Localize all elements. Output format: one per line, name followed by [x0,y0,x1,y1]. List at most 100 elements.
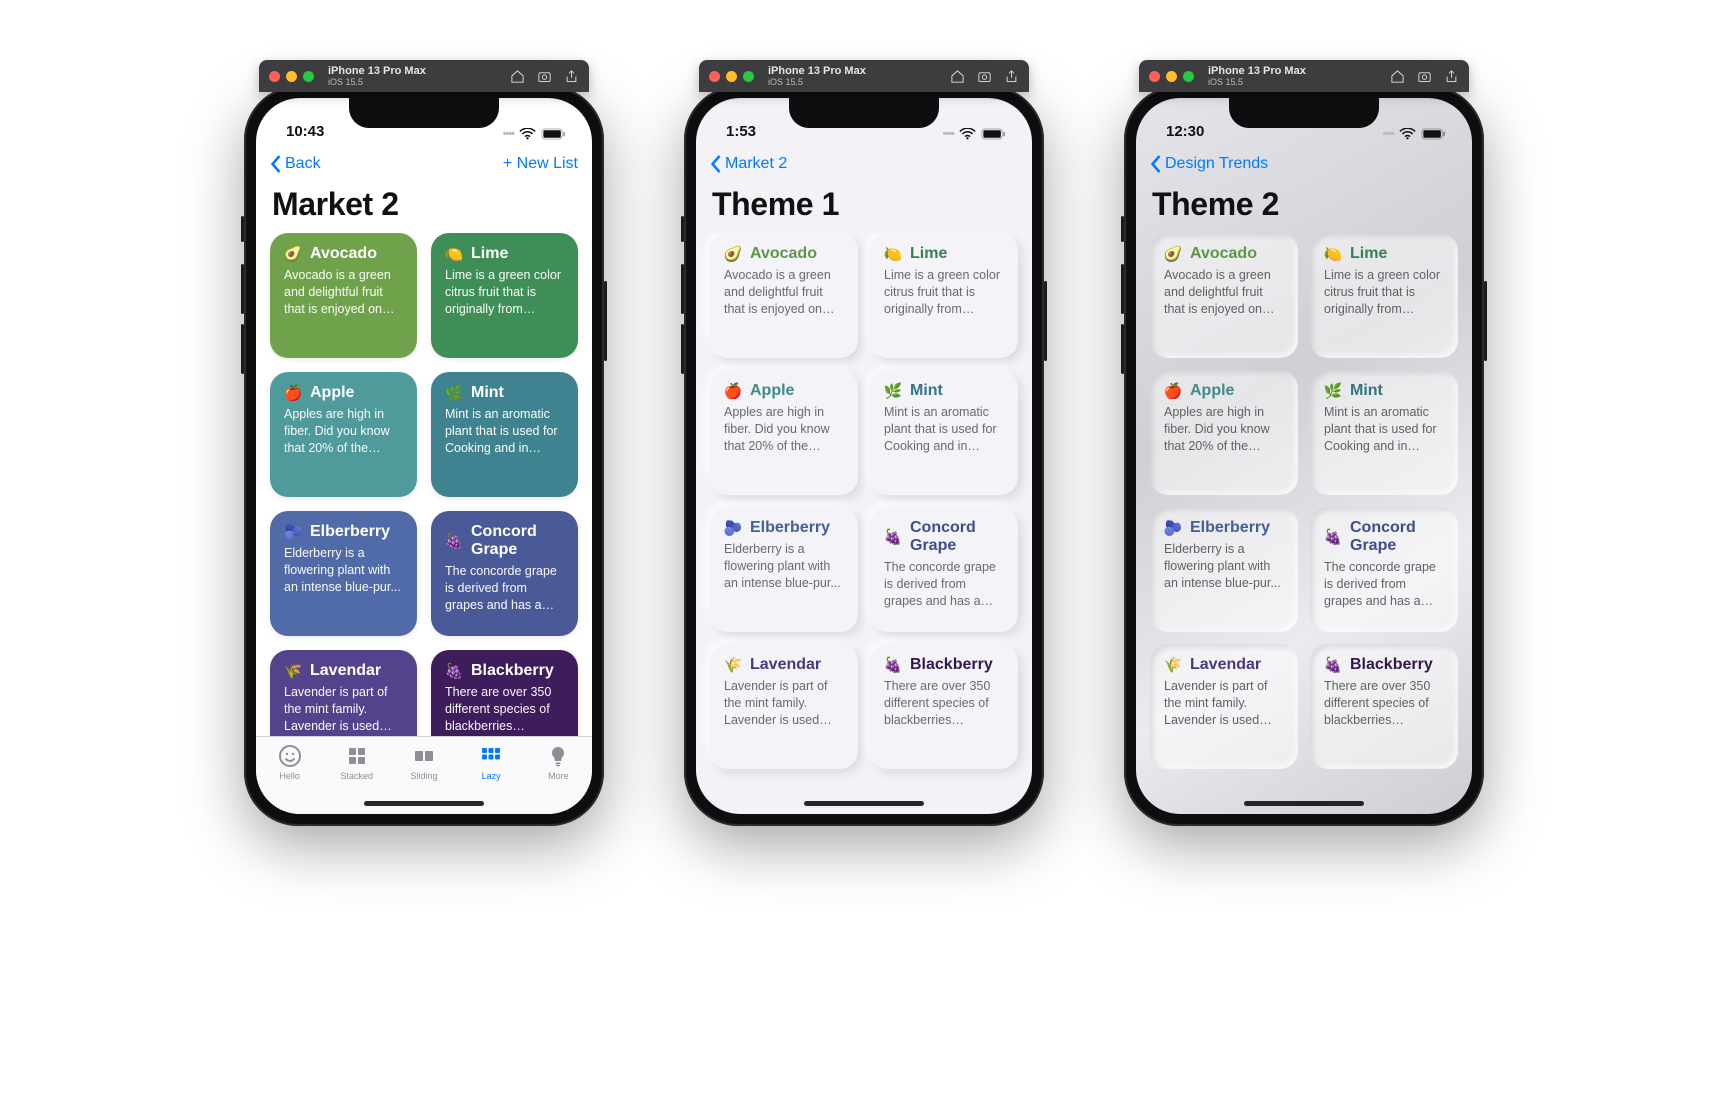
item-name: Avocado [1190,245,1257,263]
simulator-device-name: iPhone 13 Pro Max [768,65,940,77]
item-description: The concorde grape is derived from grape… [445,563,564,614]
device-frame: 10:43 •••• Back + New List Market 2 🥑Avo… [244,86,604,826]
window-maximize-button[interactable] [1183,71,1194,82]
item-card[interactable]: 🥑AvocadoAvocado is a green and delightfu… [270,233,417,358]
item-card[interactable]: 🍎AppleApples are high in fiber. Did you … [1150,370,1298,495]
home-indicator[interactable] [364,801,484,806]
item-icon: 🍋 [445,245,463,263]
item-name: Blackberry [1350,656,1433,674]
wifi-icon [519,128,536,140]
item-icon: 🥑 [1164,245,1182,263]
simulator-os-version: iOS 15.5 [768,77,940,87]
item-icon: 🍎 [284,384,302,402]
item-name: Blackberry [471,662,554,680]
back-label: Market 2 [725,155,787,173]
share-icon[interactable] [1444,69,1459,84]
screen-market2: 10:43 •••• Back + New List Market 2 🥑Avo… [256,98,592,814]
simulator-titlebar: iPhone 13 Pro Max iOS 15.5 [699,60,1029,92]
item-icon: 🌿 [1324,382,1342,400]
lazy-icon [479,743,503,769]
cellular-icon: •••• [943,128,954,140]
window-maximize-button[interactable] [303,71,314,82]
tab-more[interactable]: More [528,743,588,781]
home-icon[interactable] [950,69,965,84]
item-description: Apples are high in fiber. Did you know t… [724,404,844,455]
item-name: Lime [471,245,508,263]
item-card[interactable]: 🍇Concord GrapeThe concorde grape is deri… [870,507,1018,632]
item-card[interactable]: 🍇BlackberryThere are over 350 different … [870,644,1018,769]
tab-sliding[interactable]: Sliding [394,743,454,781]
window-maximize-button[interactable] [743,71,754,82]
window-close-button[interactable] [1149,71,1160,82]
back-button[interactable]: Design Trends [1150,154,1268,174]
item-card[interactable]: 🫐ElberberryElderberry is a flowering pla… [710,507,858,632]
item-card[interactable]: 🌾LavendarLavender is part of the mint fa… [710,644,858,769]
window-minimize-button[interactable] [1166,71,1177,82]
bulb-icon [546,743,570,769]
home-indicator[interactable] [804,801,924,806]
item-description: Lime is a green color citrus fruit that … [884,267,1004,318]
item-card[interactable]: 🫐ElberberryElderberry is a flowering pla… [1150,507,1298,632]
item-card[interactable]: 🌿MintMint is an aromatic plant that is u… [431,372,578,497]
item-card[interactable]: 🌾LavendarLavender is part of the mint fa… [270,650,417,736]
window-traffic-lights[interactable] [1149,71,1194,82]
item-card[interactable]: 🍎AppleApples are high in fiber. Did you … [710,370,858,495]
tab-hello[interactable]: Hello [260,743,320,781]
item-icon: 🍇 [884,656,902,674]
item-card[interactable]: 🍇BlackberryThere are over 350 different … [1310,644,1458,769]
screenshot-icon[interactable] [1417,69,1432,84]
status-time: 10:43 [286,123,324,140]
back-label: Design Trends [1165,155,1268,173]
item-card[interactable]: 🌿MintMint is an aromatic plant that is u… [870,370,1018,495]
page-title: Theme 2 [1136,184,1472,233]
cellular-icon: •••• [503,128,514,140]
home-icon[interactable] [1390,69,1405,84]
item-card[interactable]: 🍋LimeLime is a green color citrus fruit … [870,233,1018,358]
wifi-icon [959,128,976,140]
share-icon[interactable] [564,69,579,84]
item-card[interactable]: 🍇Concord GrapeThe concorde grape is deri… [1310,507,1458,632]
item-description: Elderberry is a flowering plant with an … [724,541,844,592]
item-card[interactable]: 🍋LimeLime is a green color citrus fruit … [1310,233,1458,358]
item-name: Blackberry [910,656,993,674]
item-description: Elderberry is a flowering plant with an … [284,545,403,596]
item-card[interactable]: 🌿MintMint is an aromatic plant that is u… [1310,370,1458,495]
item-card[interactable]: 🥑AvocadoAvocado is a green and delightfu… [710,233,858,358]
card-grid: 🥑AvocadoAvocado is a green and delightfu… [256,233,592,736]
item-card[interactable]: 🥑 Avocado Avocado is a green and delightfu… [1150,233,1298,358]
item-card[interactable]: 🍎AppleApples are high in fiber. Did you … [270,372,417,497]
tab-lazy[interactable]: Lazy [461,743,521,781]
window-minimize-button[interactable] [286,71,297,82]
status-time: 12:30 [1166,123,1204,140]
tab-stacked[interactable]: Stacked [327,743,387,781]
window-close-button[interactable] [269,71,280,82]
item-icon: 🌿 [884,382,902,400]
window-minimize-button[interactable] [726,71,737,82]
home-icon[interactable] [510,69,525,84]
item-description: Mint is an aromatic plant that is used f… [445,406,564,457]
item-icon: 🍇 [445,532,463,550]
item-icon: 🍇 [445,662,463,680]
screenshot-icon[interactable] [977,69,992,84]
screenshot-icon[interactable] [537,69,552,84]
item-card[interactable]: 🌾LavendarLavender is part of the mint fa… [1150,644,1298,769]
item-card[interactable]: 🍇BlackberryThere are over 350 different … [431,650,578,736]
back-button[interactable]: Back [270,154,321,174]
window-traffic-lights[interactable] [269,71,314,82]
item-description: Avocado is a green and delightful fruit … [1164,267,1284,318]
item-card[interactable]: 🫐ElberberryElderberry is a flowering pla… [270,511,417,636]
device-frame: 1:53 •••• Market 2 Theme 1 🥑AvocadoAvoca… [684,86,1044,826]
item-card[interactable]: 🍇Concord GrapeThe concorde grape is deri… [431,511,578,636]
back-button[interactable]: Market 2 [710,154,787,174]
item-card[interactable]: 🍋LimeLime is a green color citrus fruit … [431,233,578,358]
chevron-left-icon [270,154,283,174]
tab-label: Hello [279,771,300,781]
back-label: Back [285,155,321,173]
window-traffic-lights[interactable] [709,71,754,82]
item-icon: 🌾 [1164,656,1182,674]
home-indicator[interactable] [1244,801,1364,806]
share-icon[interactable] [1004,69,1019,84]
item-name: Lime [1350,245,1387,263]
new-list-button[interactable]: + New List [503,155,578,173]
window-close-button[interactable] [709,71,720,82]
